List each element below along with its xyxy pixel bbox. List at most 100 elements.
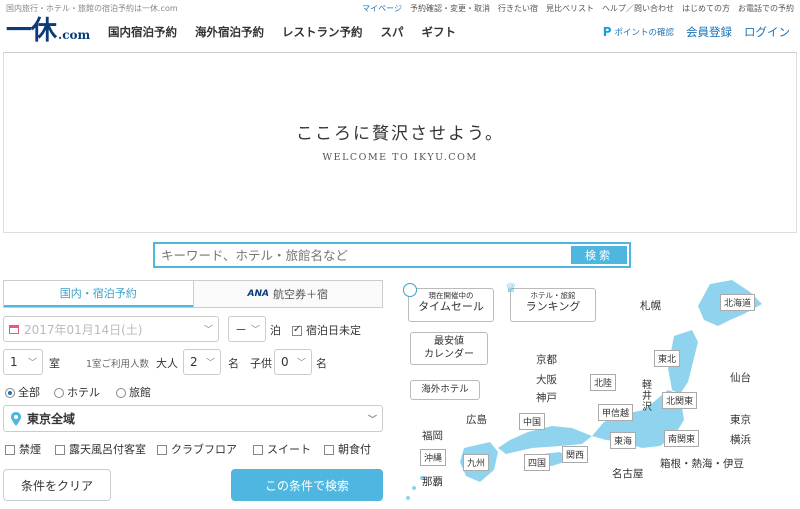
checkbox-checked-icon xyxy=(292,324,302,336)
util-link-firsttime[interactable]: はじめての方 xyxy=(682,3,730,14)
points-link[interactable]: P ポイントの確認 xyxy=(603,25,674,39)
per-room-label: 1室ご利用人数 xyxy=(86,359,150,370)
util-link-mypage[interactable]: マイページ xyxy=(362,3,402,14)
util-link-reservations[interactable]: 予約確認・変更・取消 xyxy=(410,3,490,14)
type-hotel-label: ホテル xyxy=(67,386,100,399)
radio-icon xyxy=(54,388,64,398)
rooms-select[interactable]: 1 ﹀ xyxy=(3,349,43,375)
city-fukuoka[interactable]: 福岡 xyxy=(422,428,443,443)
japan-map-panel: 現在開催中の タイムセール ♕ ホテル・旅館 ランキング 最安値 カレンダー 海… xyxy=(392,270,800,509)
tab-ana[interactable]: ANA 航空券＋宿 xyxy=(192,281,382,307)
tab-domestic[interactable]: 国内・宿泊予約 xyxy=(4,281,193,307)
type-all-label: 全部 xyxy=(18,386,40,399)
logo-mark: 一休 xyxy=(6,16,57,46)
city-tokyo[interactable]: 東京 xyxy=(730,412,751,427)
ranking-label: ランキング xyxy=(525,300,581,314)
filter-label: 禁煙 xyxy=(19,443,41,456)
type-ryokan-label: 旅館 xyxy=(129,386,151,399)
points-label: ポイントの確認 xyxy=(614,28,674,38)
clock-icon xyxy=(403,283,417,297)
date-undecided-checkbox[interactable]: 宿泊日未定 xyxy=(292,322,361,338)
area-select[interactable]: 東京全域 ﹀ xyxy=(3,405,383,432)
nav-gift[interactable]: ギフト xyxy=(422,24,457,40)
chevron-down-icon: ﹀ xyxy=(27,358,37,369)
search-submit-button[interactable]: この条件で検索 xyxy=(231,469,383,501)
city-sapporo[interactable]: 札幌 xyxy=(640,298,661,313)
type-hotel-radio[interactable]: ホテル xyxy=(54,384,100,400)
region-shikoku[interactable]: 四国 xyxy=(524,454,551,471)
main-nav: 国内宿泊予約 海外宿泊予約 レストラン予約 スパ ギフト xyxy=(108,24,456,40)
timesale-button[interactable]: 現在開催中の タイムセール xyxy=(403,283,494,322)
filter-label: スイート xyxy=(267,443,311,456)
city-nagoya[interactable]: 名古屋 xyxy=(612,466,644,481)
city-kyoto[interactable]: 京都 xyxy=(536,352,557,367)
city-naha[interactable]: 那覇 xyxy=(422,474,443,489)
ranking-button[interactable]: ♕ ホテル・旅館 ランキング xyxy=(505,281,596,322)
clear-conditions-button[interactable]: 条件をクリア xyxy=(3,469,111,501)
filter-breakfast[interactable]: 朝食付 xyxy=(324,441,371,457)
nav-spa[interactable]: スパ xyxy=(381,24,404,40)
city-sendai[interactable]: 仙台 xyxy=(730,370,751,385)
map-pin-icon xyxy=(11,411,21,426)
region-chugoku[interactable]: 中国 xyxy=(519,413,546,430)
region-kyushu[interactable]: 九州 xyxy=(463,454,490,471)
child-unit: 名 xyxy=(316,357,327,370)
children-select[interactable]: 0 ﹀ xyxy=(274,349,312,375)
region-tokai[interactable]: 東海 xyxy=(610,432,637,449)
type-all-radio[interactable]: 全部 xyxy=(5,384,40,400)
filter-label: クラブフロア xyxy=(171,443,237,456)
checkbox-icon xyxy=(253,445,263,455)
city-kobe[interactable]: 神戸 xyxy=(536,390,557,405)
checkbox-icon xyxy=(5,445,15,455)
city-osaka[interactable]: 大阪 xyxy=(536,372,557,387)
region-okinawa[interactable]: 沖縄 xyxy=(420,449,447,466)
hero-headline: こころに贅沢させよう。 xyxy=(296,124,504,144)
site-logo[interactable]: 一休 .com xyxy=(6,16,90,46)
filter-suite[interactable]: スイート xyxy=(253,441,311,457)
util-link-compare[interactable]: 見比べリスト xyxy=(546,3,594,14)
chevron-down-icon: ﹀ xyxy=(203,325,213,336)
filter-open-air-bath[interactable]: 露天風呂付客室 xyxy=(55,441,146,457)
city-hiroshima[interactable]: 広島 xyxy=(466,412,487,427)
calendar-label-2: カレンダー xyxy=(424,348,474,360)
keyword-search-button[interactable]: 検索 xyxy=(571,246,627,264)
filter-club-floor[interactable]: クラブフロア xyxy=(157,441,237,457)
register-link[interactable]: 会員登録 xyxy=(686,24,732,40)
city-hakone-atami-izu[interactable]: 箱根・熱海・伊豆 xyxy=(660,456,744,471)
points-icon: P xyxy=(602,25,612,39)
adult-unit: 名 xyxy=(228,357,239,370)
filter-label: 朝食付 xyxy=(338,443,371,456)
util-link-phone[interactable]: お電話での予約 xyxy=(738,3,794,14)
area-value: 東京全域 xyxy=(27,412,76,426)
overseas-hotel-button[interactable]: 海外ホテル xyxy=(410,380,480,400)
keyword-input[interactable] xyxy=(155,244,569,266)
region-tohoku[interactable]: 東北 xyxy=(654,350,681,367)
adults-select[interactable]: 2 ﹀ xyxy=(183,349,221,375)
city-yokohama[interactable]: 横浜 xyxy=(730,432,751,447)
chevron-down-icon: ﹀ xyxy=(367,415,377,425)
ranking-small: ホテル・旅館 xyxy=(530,291,576,300)
region-koshinetsu[interactable]: 甲信越 xyxy=(598,404,634,421)
nights-unit: 泊 xyxy=(270,324,281,337)
region-kansai[interactable]: 関西 xyxy=(562,446,589,463)
nights-select[interactable]: － ﹀ xyxy=(228,316,266,342)
nav-domestic[interactable]: 国内宿泊予約 xyxy=(108,24,177,40)
util-link-help[interactable]: ヘルプ／問い合わせ xyxy=(602,3,674,14)
region-hokkaido[interactable]: 北海道 xyxy=(720,294,756,311)
login-link[interactable]: ログイン xyxy=(744,24,790,40)
nav-overseas[interactable]: 海外宿泊予約 xyxy=(195,24,264,40)
nav-restaurant[interactable]: レストラン予約 xyxy=(282,24,363,40)
cheapest-calendar-button[interactable]: 最安値 カレンダー xyxy=(410,332,488,365)
city-karuizawa[interactable]: 軽井沢 xyxy=(642,380,654,413)
util-link-wishlist[interactable]: 行きたい宿 xyxy=(498,3,538,14)
child-label: 子供 xyxy=(250,357,272,370)
chevron-down-icon: ﹀ xyxy=(296,358,306,369)
region-hokuriku[interactable]: 北陸 xyxy=(590,374,617,391)
checkin-date-field[interactable]: 2017年01月14日(土) ﹀ xyxy=(3,316,219,342)
region-minamikanto[interactable]: 南関東 xyxy=(664,430,700,447)
account-nav: P ポイントの確認 会員登録 ログイン xyxy=(603,24,790,40)
type-ryokan-radio[interactable]: 旅館 xyxy=(116,384,151,400)
radio-icon xyxy=(116,388,126,398)
region-kitakanto[interactable]: 北関東 xyxy=(662,392,698,409)
filter-nonsmoking[interactable]: 禁煙 xyxy=(5,441,41,457)
